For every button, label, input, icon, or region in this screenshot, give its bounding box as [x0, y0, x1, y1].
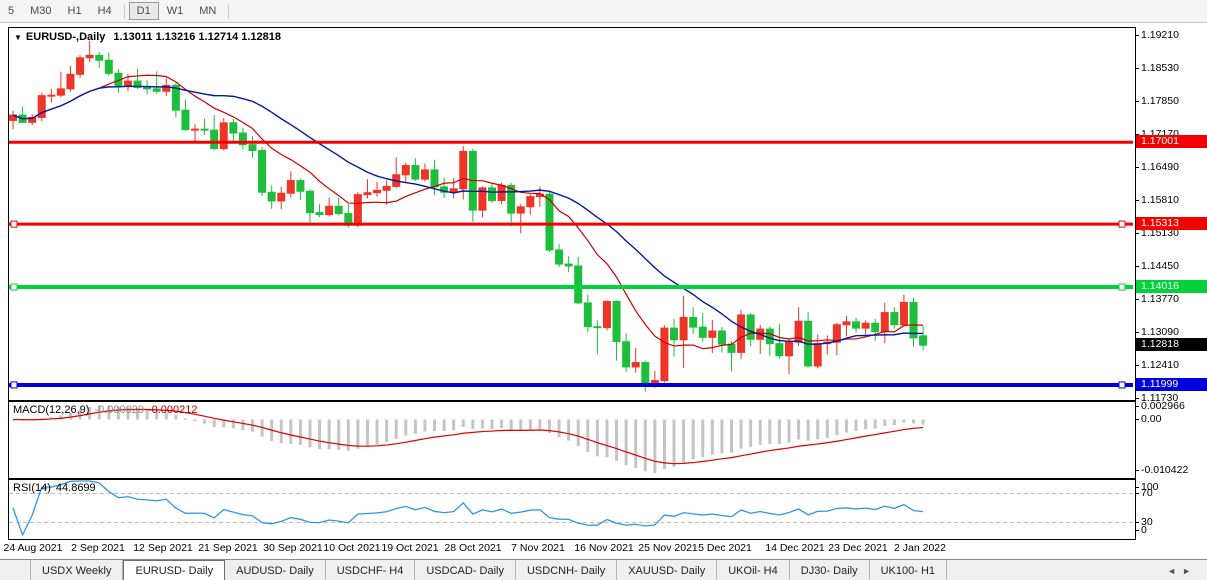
- timeframe-button-h4[interactable]: H4: [90, 2, 120, 20]
- macd-axis-label: -0.010422: [1141, 464, 1188, 476]
- macd-name: MACD(12,26,9): [13, 404, 89, 416]
- y-axis-tick: [1135, 35, 1139, 36]
- candlestick-chart: [9, 28, 1133, 398]
- timeframe-button-m5[interactable]: 5: [0, 2, 22, 20]
- chart-tab-eurusd[interactable]: EURUSD- Daily: [123, 560, 225, 580]
- rsi-axis-tick: [1135, 530, 1139, 531]
- y-axis-label: 1.16490: [1141, 161, 1179, 173]
- x-axis-label: 28 Oct 2021: [444, 542, 501, 554]
- rsi-value: 44.8699: [56, 482, 96, 494]
- timeframe-button-m30[interactable]: M30: [22, 2, 59, 20]
- y-axis-label: 1.18530: [1141, 62, 1179, 74]
- macd-label: MACD(12,26,9) -0.000020 -0.000212: [13, 404, 198, 416]
- chart-tab-uk100[interactable]: UK100- H1: [870, 560, 947, 580]
- x-axis-label: 24 Aug 2021: [4, 542, 63, 554]
- price-badge: 1.11999: [1136, 378, 1207, 391]
- y-axis-tick: [1135, 233, 1139, 234]
- x-axis-label: 14 Dec 2021: [765, 542, 825, 554]
- y-axis-label: 1.17850: [1141, 95, 1179, 107]
- price-badge: 1.17001: [1136, 135, 1207, 148]
- chart-tab-usdx[interactable]: USDX Weekly: [30, 560, 123, 580]
- rsi-label: RSI(14) 44.8699: [13, 482, 96, 494]
- rsi-axis-tick: [1135, 493, 1139, 494]
- rsi-axis-label: 0: [1141, 524, 1147, 536]
- y-axis-tick: [1135, 332, 1139, 333]
- tab-scroll-left-icon[interactable]: ◄: [1167, 566, 1182, 576]
- time-axis: 24 Aug 2021 2 Sep 2021 12 Sep 2021 21 Sep 2…: [0, 538, 1207, 558]
- y-axis-tick: [1135, 299, 1139, 300]
- price-badge: 1.14016: [1136, 280, 1207, 293]
- macd-axis-tick: [1135, 406, 1139, 407]
- y-axis-label: 1.14450: [1141, 260, 1179, 272]
- x-axis-label: 12 Sep 2021: [133, 542, 193, 554]
- x-axis-label: 19 Oct 2021: [381, 542, 438, 554]
- x-axis-label: 23 Dec 2021: [828, 542, 888, 554]
- x-axis-label: 7 Nov 2021: [511, 542, 565, 554]
- rsi-axis-label: 70: [1141, 487, 1153, 499]
- x-axis-label: 2 Sep 2021: [71, 542, 125, 554]
- x-axis-label: 5 Dec 2021: [698, 542, 752, 554]
- y-axis-label: 1.15810: [1141, 194, 1179, 206]
- timeframe-button-w1[interactable]: W1: [159, 2, 192, 20]
- mt4-window: 5 M30 H1 H4 D1 W1 MN ▼ EURUSD-,Daily 1.130…: [0, 0, 1207, 580]
- chart-tab-usdchf[interactable]: USDCHF- H4: [326, 560, 416, 580]
- timeframe-toolbar: 5 M30 H1 H4 D1 W1 MN: [0, 0, 1207, 23]
- rsi-axis-tick: [1135, 522, 1139, 523]
- chart-title: ▼ EURUSD-,Daily 1.13011 1.13216 1.12714 1.…: [14, 31, 281, 43]
- rsi-axis-tick: [1135, 487, 1139, 488]
- chevron-down-icon[interactable]: ▼: [14, 33, 22, 42]
- chart-tab-dj30[interactable]: DJ30- Daily: [790, 560, 870, 580]
- macd-axis-label: 0.002966: [1141, 400, 1185, 412]
- macd-main-value: -0.000020: [94, 404, 144, 416]
- x-axis-label: 30 Sep 2021: [263, 542, 323, 554]
- timeframe-button-mn[interactable]: MN: [191, 2, 224, 20]
- y-axis-label: 1.19210: [1141, 29, 1179, 41]
- chart-tab-ukoil[interactable]: UKOil- H4: [717, 560, 790, 580]
- macd-axis-tick: [1135, 470, 1139, 471]
- y-axis-label: 1.13770: [1141, 293, 1179, 305]
- ohlc-values: 1.13011 1.13216 1.12714 1.12818: [113, 31, 281, 43]
- chart-tab-usdcnh[interactable]: USDCNH- Daily: [516, 560, 617, 580]
- macd-axis-tick: [1135, 419, 1139, 420]
- y-axis-tick: [1135, 266, 1139, 267]
- price-chart-pane[interactable]: [8, 27, 1136, 401]
- y-axis-label: 1.12410: [1141, 359, 1179, 371]
- y-axis-tick: [1135, 398, 1139, 399]
- x-axis-label: 16 Nov 2021: [574, 542, 634, 554]
- toolbar-divider: [124, 4, 125, 19]
- price-badge: 1.12818: [1136, 338, 1207, 351]
- y-axis-label: 1.13090: [1141, 326, 1179, 338]
- toolbar-divider: [228, 4, 229, 19]
- y-axis-tick: [1135, 365, 1139, 366]
- timeframe-button-h1[interactable]: H1: [60, 2, 90, 20]
- chart-tab-usdcad[interactable]: USDCAD- Daily: [415, 560, 516, 580]
- y-axis-tick: [1135, 101, 1139, 102]
- chart-tab-xauusd[interactable]: XAUUSD- Daily: [617, 560, 717, 580]
- macd-axis-label: 0.00: [1141, 413, 1161, 425]
- timeframe-button-d1[interactable]: D1: [129, 2, 159, 20]
- x-axis-label: 21 Sep 2021: [198, 542, 258, 554]
- price-badge: 1.15313: [1136, 217, 1207, 230]
- symbol-period-label: EURUSD-,Daily: [26, 31, 105, 43]
- rsi-indicator-pane[interactable]: [8, 479, 1136, 540]
- tab-scroll-right-icon[interactable]: ►: [1182, 566, 1197, 576]
- x-axis-label: 10 Oct 2021: [323, 542, 380, 554]
- chart-tab-bar: USDX Weekly EURUSD- Daily AUDUSD- Daily …: [0, 559, 1207, 580]
- x-axis-label: 2 Jan 2022: [894, 542, 946, 554]
- chart-tab-audusd[interactable]: AUDUSD- Daily: [225, 560, 326, 580]
- y-axis-tick: [1135, 167, 1139, 168]
- y-axis-tick: [1135, 200, 1139, 201]
- rsi-chart: [9, 480, 1133, 537]
- x-axis-label: 25 Nov 2021: [638, 542, 698, 554]
- y-axis-tick: [1135, 68, 1139, 69]
- rsi-name: RSI(14): [13, 482, 51, 494]
- macd-signal-value: -0.000212: [148, 404, 198, 416]
- tab-scroll-arrows: ◄►: [1167, 566, 1197, 576]
